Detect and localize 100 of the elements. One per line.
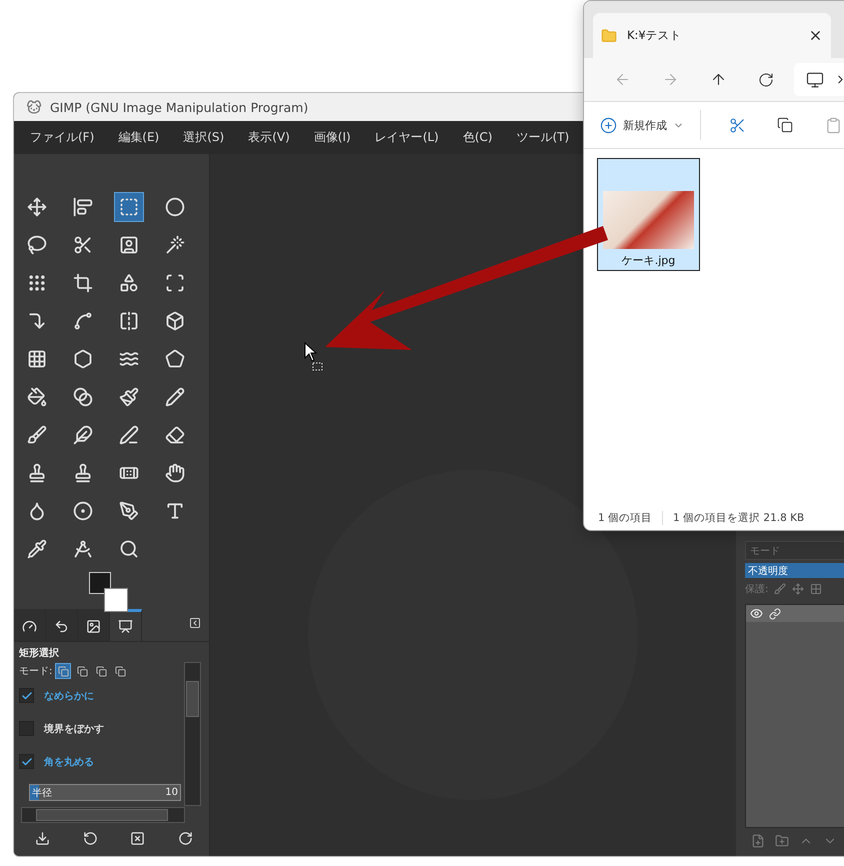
new-button[interactable]: 新規作成 — [600, 116, 684, 134]
close-icon — [808, 28, 823, 43]
mode-label: モード: — [19, 665, 52, 678]
paint-bucket-icon — [27, 387, 47, 407]
file-item[interactable]: ケーキ.jpg — [597, 158, 700, 271]
overlap-squares-icon — [96, 666, 107, 676]
menu-item[interactable]: 表示(V) — [236, 129, 302, 146]
overlap-squares-icon — [114, 666, 126, 676]
scissors-icon — [73, 235, 93, 255]
check-icon — [20, 690, 32, 702]
new-layer-icon — [751, 834, 765, 848]
status-text: 1 個の項目を選択 21.8 KB — [673, 511, 804, 525]
hand-icon — [165, 463, 185, 483]
copy-icon — [777, 117, 793, 133]
save-icon — [35, 831, 50, 846]
radius-slider[interactable]: 半径 10 — [29, 784, 181, 801]
folder-icon — [601, 28, 617, 44]
dashed-rectangle-icon — [119, 197, 139, 217]
tool-button[interactable] — [114, 192, 144, 222]
brush-icon — [774, 583, 786, 595]
checkbox[interactable] — [19, 688, 34, 703]
scrollbar[interactable] — [184, 662, 201, 806]
lock-label: 保護: — [745, 582, 768, 596]
new-group-icon — [775, 834, 789, 848]
menu-item[interactable]: 編集(E) — [106, 129, 172, 146]
reset-icon — [82, 831, 98, 846]
checkbox-label: 境界をぼかす — [44, 722, 104, 736]
stamp-icon — [27, 463, 47, 483]
blend-icon — [73, 387, 93, 407]
checkbox-label: なめらかに — [44, 690, 94, 702]
checkbox[interactable] — [19, 721, 34, 736]
curve-icon — [73, 311, 93, 331]
scroll-thumb[interactable] — [36, 809, 168, 821]
background-color-swatch[interactable] — [104, 588, 128, 612]
compass-icon — [73, 539, 93, 559]
checkbox-label: 角を丸める — [44, 756, 94, 768]
dock-tab[interactable] — [78, 609, 110, 641]
circle-dot-icon — [73, 501, 93, 521]
cursor-icon — [304, 342, 322, 370]
refresh-icon — [758, 72, 774, 88]
pen-icon — [119, 425, 139, 445]
move-icon — [27, 197, 47, 217]
grid-icon — [27, 349, 47, 369]
panel-menu-icon — [189, 617, 201, 629]
scroll-thumb[interactable] — [186, 681, 199, 717]
cube-icon — [165, 311, 185, 331]
crop-icon — [73, 273, 93, 293]
menu-item[interactable]: ツール(T) — [504, 129, 582, 146]
mode-button[interactable] — [55, 663, 72, 679]
feather-icon — [73, 425, 93, 445]
eraser-icon — [165, 425, 185, 445]
image-icon — [86, 619, 101, 634]
undo-icon — [54, 619, 69, 634]
menu-item[interactable]: レイヤー(L) — [362, 129, 451, 146]
frame-icon — [165, 273, 185, 293]
overlap-squares-icon — [58, 666, 69, 676]
shapes-icon — [119, 273, 139, 293]
opacity-slider[interactable]: 不透明度 — [745, 563, 844, 578]
clipboard-icon — [824, 116, 842, 134]
paintbrush-icon — [119, 387, 139, 407]
dots-icon — [27, 273, 47, 293]
check-icon — [20, 756, 32, 768]
ellipse-icon — [165, 197, 185, 217]
foreground-color-swatch[interactable] — [89, 572, 111, 594]
scrollbar[interactable] — [21, 807, 185, 823]
scissors-icon — [728, 116, 746, 134]
gauge-icon — [22, 619, 37, 634]
stamp-icon — [73, 463, 93, 483]
tab[interactable]: K:¥テスト — [593, 13, 831, 58]
overlap-squares-icon — [76, 666, 88, 676]
pencil-icon — [165, 387, 185, 407]
align-icon — [73, 197, 93, 217]
menu-item[interactable]: 画像(I) — [302, 129, 363, 146]
menu-item[interactable]: 色(C) — [450, 129, 504, 146]
person-frame-icon — [119, 235, 139, 255]
tab-title: K:¥テスト — [627, 28, 683, 43]
menu-item[interactable]: ファイル(F) — [18, 129, 106, 146]
pentagon-icon — [165, 349, 185, 369]
restore-icon — [178, 831, 193, 846]
checkbox[interactable] — [19, 754, 34, 769]
window-title: GIMP (GNU Image Manipulation Program) — [50, 100, 308, 114]
zoom-icon — [119, 539, 139, 559]
menu-item[interactable]: 選択(S) — [171, 129, 236, 146]
pen-nib-icon — [119, 501, 139, 521]
slider-label: 半径 — [31, 786, 53, 800]
eye-icon — [750, 607, 763, 620]
pipette-icon — [27, 539, 47, 559]
hexagon-icon — [73, 349, 93, 369]
slider-value: 10 — [164, 787, 179, 798]
brush-icon — [27, 425, 47, 445]
text-icon — [165, 501, 185, 521]
move-icon — [792, 583, 804, 595]
dock-tab[interactable] — [46, 609, 78, 641]
easel-icon — [118, 619, 133, 634]
dock-tab[interactable] — [14, 609, 46, 641]
status-text: 1 個の項目 — [598, 511, 652, 525]
corner-arrow-icon — [27, 311, 47, 331]
plus-circle-icon — [600, 116, 617, 134]
checker-icon — [810, 583, 822, 595]
chain-icon — [769, 608, 781, 620]
